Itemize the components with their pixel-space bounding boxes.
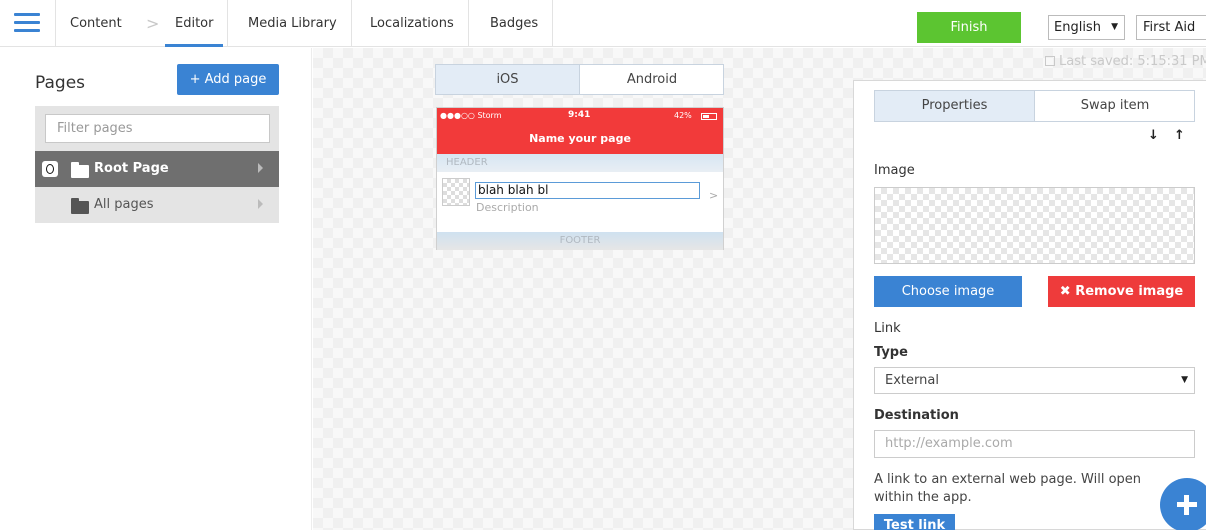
breadcrumb-separator-icon: > [146, 14, 160, 33]
pages-tree-panel: Filter pages Root Page All pages [35, 106, 279, 223]
page-type-icon [42, 161, 58, 177]
image-preview[interactable] [874, 187, 1195, 264]
link-type-select[interactable]: External ▼ [874, 367, 1195, 394]
arrow-up-icon[interactable]: ↑ [1174, 128, 1185, 143]
active-tab-underline [165, 44, 224, 47]
language-select-value: English [1054, 20, 1101, 35]
pages-title: Pages [35, 73, 86, 93]
breadcrumb-content[interactable]: Content [56, 0, 150, 47]
tab-localizations[interactable]: Localizations [356, 0, 469, 47]
destination-label: Destination [874, 408, 959, 423]
tree-item-label: All pages [94, 197, 154, 212]
header-drop-zone[interactable]: HEADER [437, 154, 723, 172]
folder-icon [71, 198, 89, 214]
last-saved-text: Last saved: 5:15:31 PM [1059, 54, 1206, 69]
chevron-right-icon[interactable] [258, 199, 263, 209]
phone-preview: ●●●○○ Storm 9:41 42% Name your page HEAD… [436, 107, 724, 250]
image-label: Image [874, 163, 915, 178]
add-fab-button[interactable] [1160, 478, 1206, 530]
filter-pages-input[interactable]: Filter pages [45, 114, 270, 143]
tab-badges[interactable]: Badges [476, 0, 554, 47]
properties-tabs: Properties Swap item [874, 90, 1195, 122]
properties-area: Last saved: 5:15:31 PM Properties Swap i… [853, 48, 1206, 530]
tab-android[interactable]: Android [581, 65, 723, 94]
destination-input[interactable]: http://example.com [874, 430, 1195, 458]
os-toggle: iOS Android [435, 64, 724, 95]
language-select[interactable]: English ▼ [1048, 15, 1125, 40]
chevron-right-icon[interactable] [258, 163, 263, 173]
pages-sidebar: Pages + Add page Filter pages Root Page … [0, 48, 312, 530]
row-description[interactable]: Description [476, 201, 539, 214]
phone-page-title[interactable]: Name your page [437, 132, 723, 145]
footer-drop-zone[interactable]: FOOTER [437, 232, 723, 250]
row-title-input[interactable]: blah blah bl [475, 182, 700, 199]
remove-image-button[interactable]: ✖ Remove image [1048, 276, 1195, 307]
tab-ios[interactable]: iOS [436, 65, 580, 94]
type-label: Type [874, 345, 908, 360]
test-link-button[interactable]: Test link [874, 514, 955, 530]
tab-swap-item[interactable]: Swap item [1036, 91, 1194, 121]
status-bar-time: 9:41 [568, 110, 591, 120]
tree-item-all-pages[interactable]: All pages [35, 187, 279, 223]
tab-editor-label: Editor [175, 16, 214, 31]
preview-canvas: iOS Android ●●●○○ Storm 9:41 42% Name yo… [313, 48, 853, 530]
caret-down-icon: ▼ [1181, 375, 1188, 385]
row-image-thumbnail[interactable] [442, 178, 470, 206]
app-select[interactable]: First Aid [1136, 15, 1206, 40]
link-help-text: A link to an external web page. Will ope… [874, 472, 1142, 505]
properties-card: Properties Swap item ↓ ↑ Image Choose im… [853, 80, 1206, 530]
battery-icon [701, 113, 717, 120]
link-type-value: External [885, 373, 939, 388]
choose-image-button[interactable]: Choose image [874, 276, 1022, 307]
top-bar: Content > Editor Media Library Localizat… [0, 0, 1206, 47]
tab-media-library[interactable]: Media Library [234, 0, 352, 47]
tab-editor[interactable]: Editor [161, 0, 229, 47]
last-saved-status: Last saved: 5:15:31 PM [1045, 54, 1206, 69]
caret-down-icon: ▼ [1111, 22, 1118, 32]
add-page-button[interactable]: + Add page [177, 64, 279, 95]
finish-button[interactable]: Finish [917, 12, 1021, 43]
tab-properties[interactable]: Properties [875, 91, 1035, 121]
status-bar-battery: 42% [674, 111, 692, 120]
tree-item-root-page[interactable]: Root Page [35, 151, 279, 187]
chevron-right-icon: > [709, 189, 719, 202]
folder-icon [71, 162, 89, 178]
phone-header: ●●●○○ Storm 9:41 42% Name your page [437, 108, 723, 154]
link-label: Link [874, 321, 901, 336]
tree-item-label: Root Page [94, 161, 169, 176]
save-icon [1045, 56, 1055, 66]
status-bar-carrier: ●●●○○ Storm [440, 111, 502, 120]
arrow-down-icon[interactable]: ↓ [1148, 128, 1159, 143]
menu-icon[interactable] [0, 0, 56, 47]
